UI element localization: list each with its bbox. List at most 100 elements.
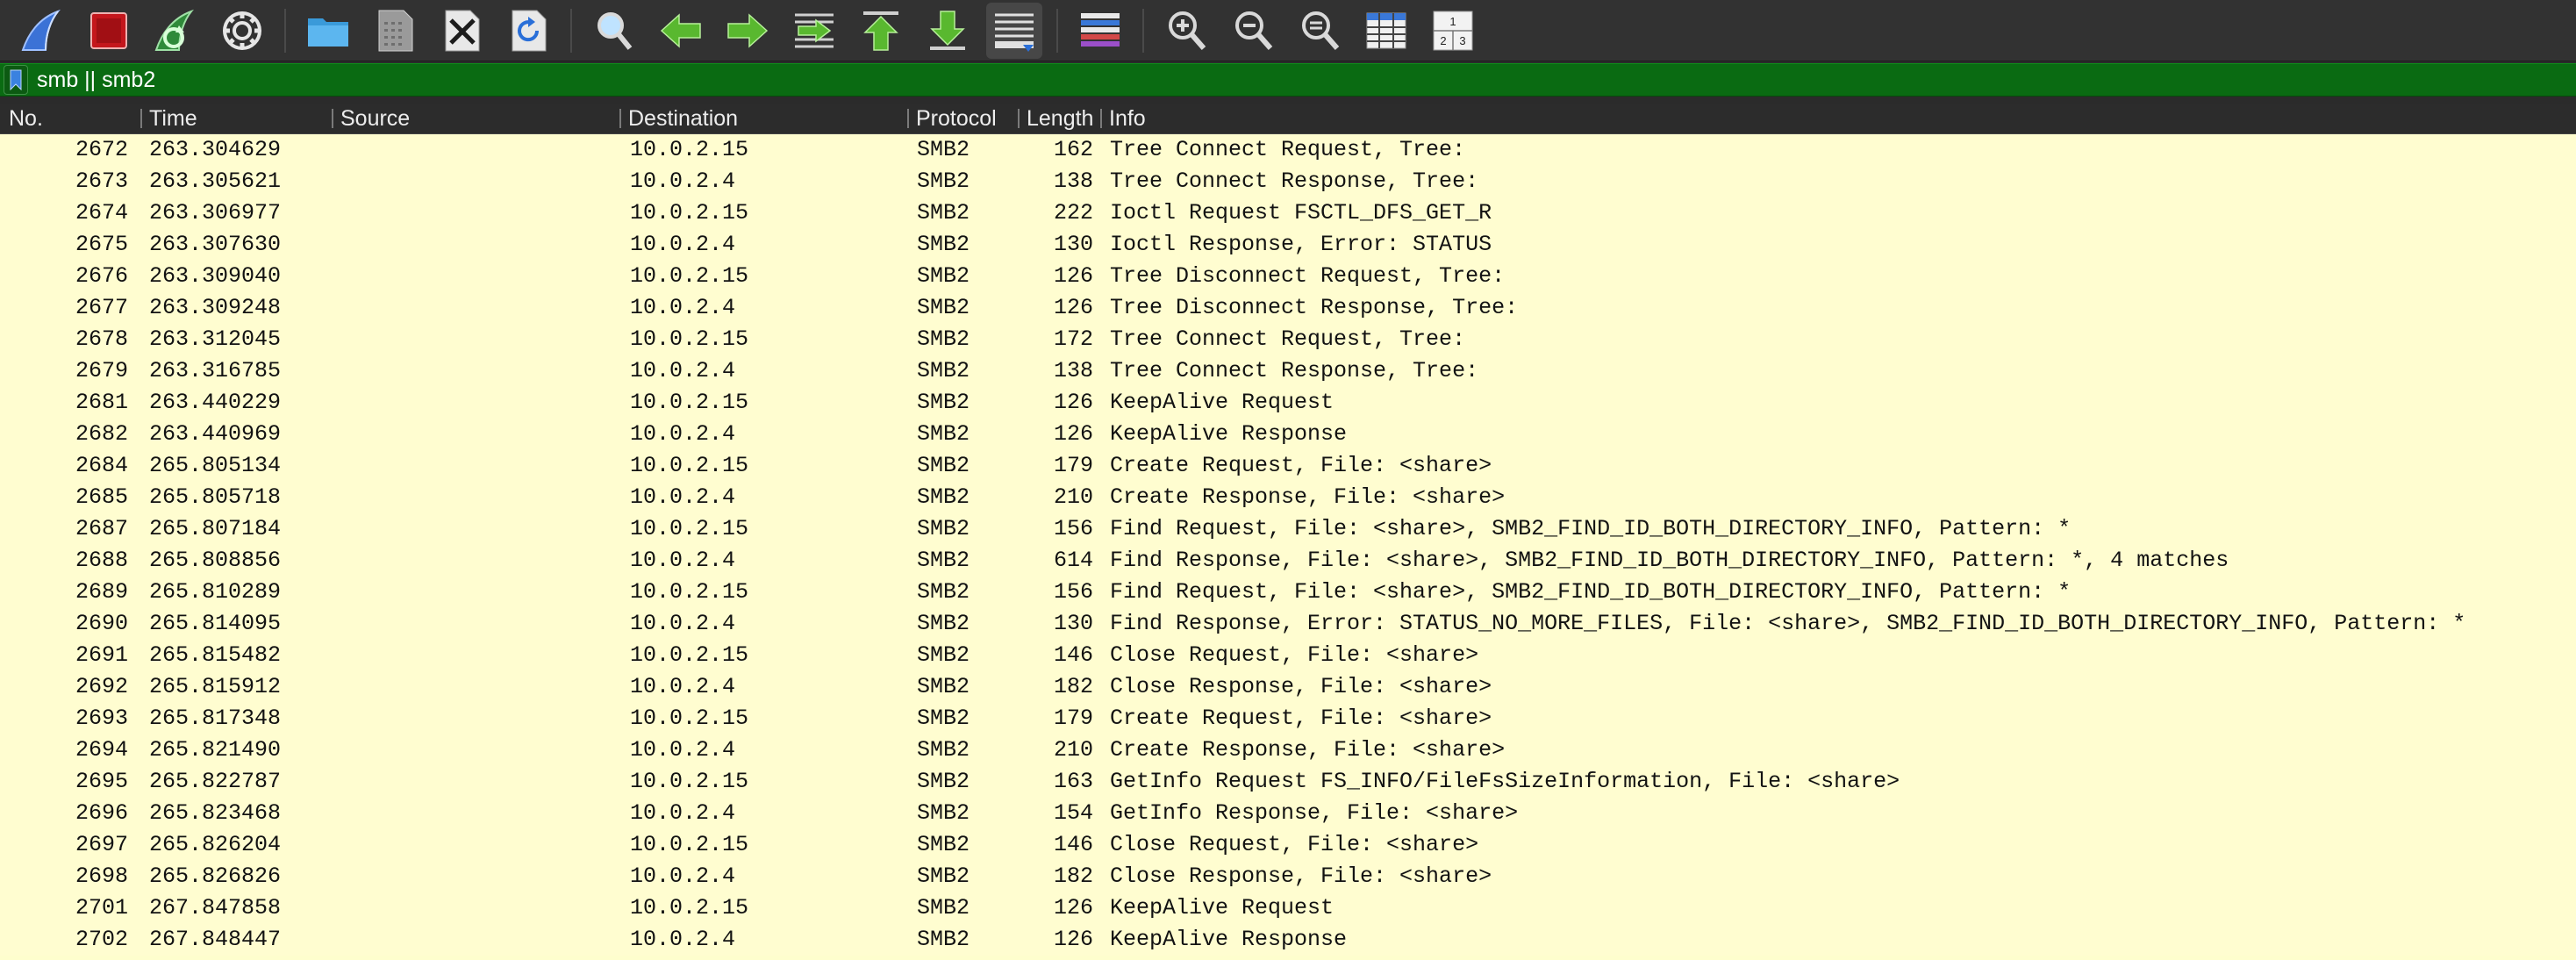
filter-bookmark-button[interactable]	[4, 65, 28, 95]
packet-row[interactable]: 2672 263.304629 10.0.2.15 SMB2 162 Tree Conne…	[0, 134, 2576, 166]
packet-protocol: SMB2	[917, 390, 970, 415]
column-header-no[interactable]: No.	[0, 104, 140, 133]
layout-button[interactable]: 1 2 3	[1425, 3, 1481, 59]
packet-row[interactable]: 2690 265.814095 10.0.2.4 SMB2 130 Find Respon…	[0, 608, 2576, 640]
packet-length: 126	[1053, 895, 1093, 921]
packet-length: 210	[1053, 737, 1093, 763]
auto-scroll-button[interactable]	[986, 2, 1042, 59]
packet-source	[333, 324, 623, 355]
find-packet-button[interactable]	[586, 3, 642, 59]
go-first-packet-button[interactable]	[853, 3, 909, 59]
packet-row[interactable]: 2678 263.312045 10.0.2.15 SMB2 172 Tree Conne…	[0, 324, 2576, 355]
packet-source	[333, 387, 623, 419]
packet-time: 263.309248	[149, 295, 282, 320]
column-divider[interactable]	[907, 109, 909, 128]
packet-protocol: SMB2	[917, 263, 970, 289]
open-file-button[interactable]	[300, 3, 356, 59]
packet-row[interactable]: 2701 267.847858 10.0.2.15 SMB2 126 KeepAlive …	[0, 892, 2576, 924]
resize-columns-button[interactable]	[1358, 3, 1414, 59]
packet-row[interactable]: 2698 265.826826 10.0.2.4 SMB2 182 Close Respo…	[0, 861, 2576, 892]
column-divider[interactable]	[140, 109, 142, 128]
packet-destination: 10.0.2.15	[630, 516, 749, 541]
packet-row[interactable]: 2702 267.848447 10.0.2.4 SMB2 126 KeepAlive R…	[0, 924, 2576, 956]
packet-row[interactable]: 2682 263.440969 10.0.2.4 SMB2 126 KeepAlive R…	[0, 419, 2576, 450]
column-header-time[interactable]: Time	[140, 104, 332, 133]
capture-options-icon	[223, 11, 261, 50]
column-header-info[interactable]: Info	[1100, 104, 2576, 133]
column-divider[interactable]	[1018, 109, 1020, 128]
packet-row[interactable]: 2684 265.805134 10.0.2.15 SMB2 179 Create Req…	[0, 450, 2576, 482]
zoom-out-button[interactable]	[1225, 3, 1281, 59]
packet-row[interactable]: 2688 265.808856 10.0.2.4 SMB2 614 Find Respon…	[0, 545, 2576, 577]
go-last-packet-button[interactable]	[919, 3, 976, 59]
packet-row[interactable]: 2681 263.440229 10.0.2.15 SMB2 126 KeepAlive …	[0, 387, 2576, 419]
packet-list[interactable]: 2672 263.304629 10.0.2.15 SMB2 162 Tree Conne…	[0, 134, 2576, 960]
go-forward-button[interactable]	[719, 3, 776, 59]
packet-time: 263.304629	[149, 137, 282, 162]
packet-row[interactable]: 2694 265.821490 10.0.2.4 SMB2 210 Create Resp…	[0, 734, 2576, 766]
packet-time: 263.307630	[149, 232, 282, 257]
go-to-packet-button[interactable]	[786, 3, 842, 59]
packet-length: 154	[1053, 800, 1093, 826]
layout-digit-3: 3	[1459, 34, 1465, 47]
restart-capture-button[interactable]	[147, 3, 204, 59]
column-divider[interactable]	[619, 109, 621, 128]
display-filter-input[interactable]	[37, 64, 2576, 96]
colorize-button[interactable]	[1072, 3, 1128, 59]
go-forward-icon	[727, 12, 769, 48]
packet-row[interactable]: 2675 263.307630 10.0.2.4 SMB2 130 Ioctl Respo…	[0, 229, 2576, 261]
packet-length: 146	[1053, 832, 1093, 857]
column-divider[interactable]	[332, 109, 333, 128]
packet-source	[333, 229, 623, 261]
packet-row[interactable]: 2674 263.306977 10.0.2.15 SMB2 222 Ioctl Requ…	[0, 197, 2576, 229]
packet-row[interactable]: 2693 265.817348 10.0.2.15 SMB2 179 Create Req…	[0, 703, 2576, 734]
packet-length: 172	[1053, 326, 1093, 352]
column-header-source[interactable]: Source	[332, 104, 619, 133]
packet-row[interactable]: 2689 265.810289 10.0.2.15 SMB2 156 Find Reque…	[0, 577, 2576, 608]
packet-row[interactable]: 2679 263.316785 10.0.2.4 SMB2 138 Tree Connec…	[0, 355, 2576, 387]
bookmark-icon	[10, 69, 22, 90]
packet-row[interactable]: 2673 263.305621 10.0.2.4 SMB2 138 Tree Connec…	[0, 166, 2576, 197]
packet-protocol: SMB2	[917, 295, 970, 320]
zoom-in-button[interactable]	[1158, 3, 1214, 59]
packet-destination: 10.0.2.15	[630, 579, 749, 605]
packet-row[interactable]: 2696 265.823468 10.0.2.4 SMB2 154 GetInfo Res…	[0, 798, 2576, 829]
capture-options-button[interactable]	[214, 3, 270, 59]
packet-info: KeepAlive Request	[1110, 390, 1335, 415]
normal-size-button[interactable]	[1292, 3, 1348, 59]
display-filter-bar	[0, 63, 2576, 97]
save-file-button[interactable]	[367, 3, 423, 59]
stop-capture-button[interactable]	[81, 3, 137, 59]
packet-no: 2682	[75, 421, 128, 447]
packet-row[interactable]: 2687 265.807184 10.0.2.15 SMB2 156 Find Reque…	[0, 513, 2576, 545]
packet-row[interactable]: 2685 265.805718 10.0.2.4 SMB2 210 Create Resp…	[0, 482, 2576, 513]
auto-scroll-icon	[995, 13, 1034, 52]
column-header-time-label: Time	[149, 106, 197, 131]
column-header-info-label: Info	[1109, 106, 1146, 131]
packet-protocol: SMB2	[917, 706, 970, 731]
packet-row[interactable]: 2676 263.309040 10.0.2.15 SMB2 126 Tree Disco…	[0, 261, 2576, 292]
packet-source	[333, 450, 623, 482]
packet-row[interactable]: 2697 265.826204 10.0.2.15 SMB2 146 Close Requ…	[0, 829, 2576, 861]
start-capture-button[interactable]	[14, 3, 70, 59]
packet-row[interactable]: 2677 263.309248 10.0.2.4 SMB2 126 Tree Discon…	[0, 292, 2576, 324]
go-back-button[interactable]	[653, 3, 709, 59]
packet-info: GetInfo Request FS_INFO/FileFsSizeInform…	[1110, 769, 1900, 794]
packet-source	[333, 134, 623, 166]
column-header-destination[interactable]: Destination	[619, 104, 907, 133]
reload-file-button[interactable]	[500, 3, 556, 59]
column-header-length[interactable]: Length	[1018, 104, 1100, 133]
packet-length: 182	[1053, 674, 1093, 699]
packet-row[interactable]: 2692 265.815912 10.0.2.4 SMB2 182 Close Respo…	[0, 671, 2576, 703]
packet-row[interactable]: 2691 265.815482 10.0.2.15 SMB2 146 Close Requ…	[0, 640, 2576, 671]
packet-destination: 10.0.2.4	[630, 358, 736, 383]
packet-info: Close Request, File: <share>	[1110, 642, 1479, 668]
packet-destination: 10.0.2.15	[630, 200, 749, 226]
column-divider[interactable]	[1100, 109, 1102, 128]
close-file-button[interactable]	[433, 3, 490, 59]
column-header-protocol[interactable]: Protocol	[907, 104, 1018, 133]
packet-row[interactable]: 2695 265.822787 10.0.2.15 SMB2 163 GetInfo Re…	[0, 766, 2576, 798]
packet-destination: 10.0.2.15	[630, 390, 749, 415]
packet-info: Create Request, File: <share>	[1110, 453, 1492, 478]
packet-destination: 10.0.2.4	[630, 484, 736, 510]
